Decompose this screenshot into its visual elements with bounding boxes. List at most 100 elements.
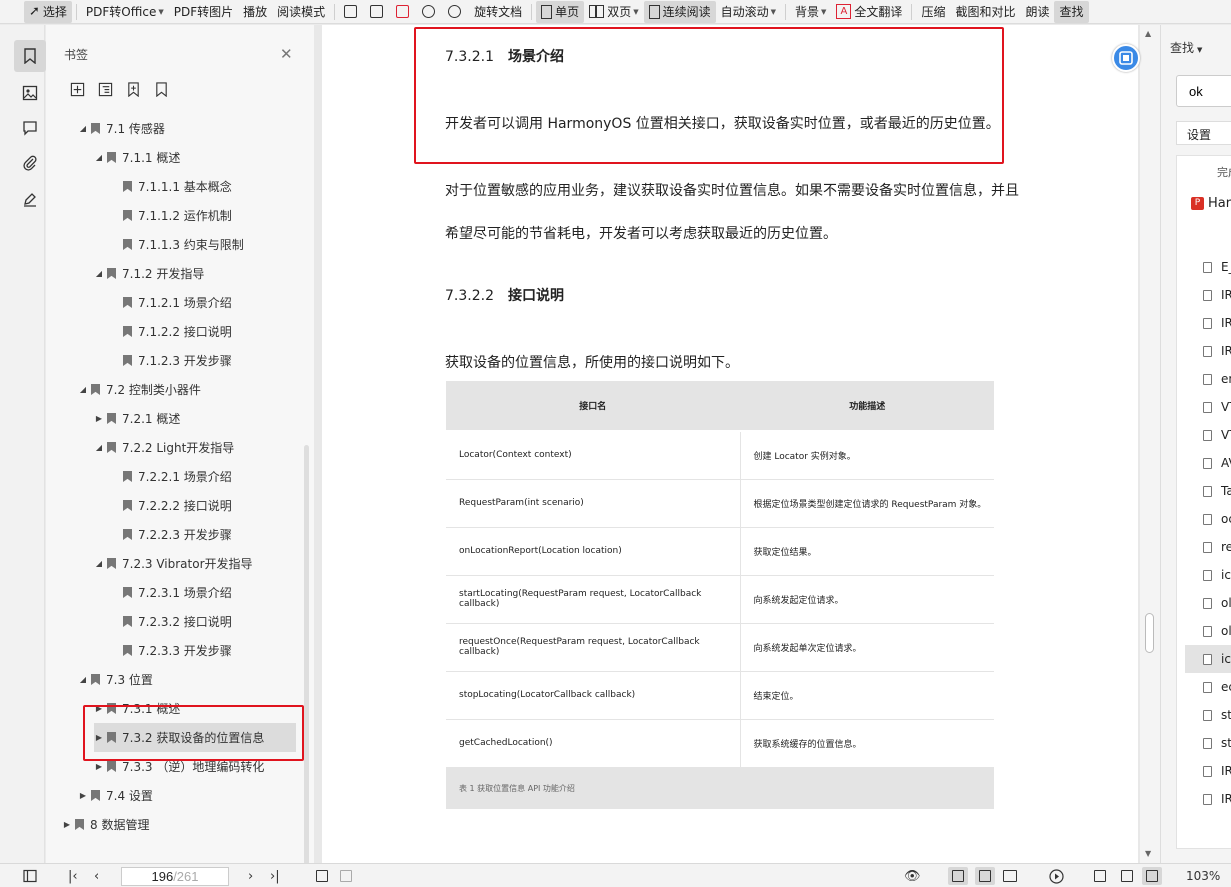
double-page-button[interactable]: 双页 ▼ (584, 1, 643, 23)
continuous-reading-button[interactable]: 连续阅读 (643, 0, 716, 23)
bookmark-add-button[interactable] (126, 82, 142, 98)
floating-tool-button[interactable] (1112, 44, 1140, 72)
pdf-to-office-button[interactable]: PDF转Office ▼ (81, 1, 169, 23)
find-result-item[interactable]: st (1203, 701, 1231, 729)
comment-panel-button[interactable] (14, 112, 46, 144)
bookmark-item[interactable]: ▶ 7.4 设置 (78, 781, 153, 810)
find-settings-button[interactable]: 设置 (1176, 121, 1231, 145)
find-result-item[interactable]: oc (1203, 505, 1231, 533)
chevron-down-icon[interactable]: ▼ (1197, 46, 1202, 54)
bookmark-item[interactable]: ▶7.1.2.2 接口说明 (110, 317, 232, 346)
scrollbar-thumb[interactable] (1145, 613, 1154, 653)
signature-panel-button[interactable] (14, 183, 46, 215)
reading-mode-button[interactable]: 阅读模式 (272, 1, 330, 23)
background-button[interactable]: 背景 ▼ (790, 1, 831, 23)
find-result-item[interactable]: AV (1203, 449, 1231, 477)
caret-down-icon[interactable]: ◢ (78, 675, 88, 684)
zoom-level[interactable]: 103% (1186, 867, 1220, 885)
find-result-item[interactable]: VT (1203, 393, 1231, 421)
attachment-panel-button[interactable] (14, 147, 46, 179)
caret-down-icon[interactable]: ◢ (78, 385, 88, 394)
compress-button[interactable]: 压缩 (916, 1, 950, 23)
bookmark-item[interactable]: ▶7.2.2.3 开发步骤 (110, 520, 232, 549)
caret-right-icon[interactable]: ▶ (94, 414, 104, 423)
page-number-field[interactable]: 196/261 (121, 867, 229, 886)
bookmark-item[interactable]: ▶7.2.2.2 接口说明 (110, 491, 232, 520)
prev-page-icon[interactable]: ‹ (94, 867, 99, 885)
bookmark-item[interactable]: ▶7.2.3.3 开发步骤 (110, 636, 232, 665)
back-button[interactable] (312, 867, 332, 885)
bookmark-item[interactable]: ▶7.2.3.1 场景介绍 (110, 578, 232, 607)
find-result-document[interactable]: P Harm (1191, 196, 1231, 211)
bookmark-item[interactable]: ▶ 7.2.1 概述 (94, 404, 180, 433)
single-page-button[interactable]: 单页 (536, 0, 585, 23)
bookmark-item[interactable]: ◢ 7.2 控制类小器件 (78, 375, 201, 404)
caret-right-icon[interactable]: ▶ (94, 762, 104, 771)
caret-down-icon[interactable]: ◢ (94, 443, 104, 452)
close-icon[interactable]: ✕ (280, 45, 293, 63)
bookmark-item[interactable]: ▶7.1.2.3 开发步骤 (110, 346, 232, 375)
forward-button[interactable] (336, 867, 356, 885)
scroll-down-icon[interactable]: ▼ (1145, 849, 1151, 858)
caret-down-icon[interactable]: ◢ (78, 124, 88, 133)
bookmark-panel-button[interactable] (14, 40, 46, 72)
actual-size-status-button[interactable] (1090, 867, 1110, 885)
auto-scroll-button[interactable]: 自动滚动 ▼ (716, 1, 781, 23)
find-result-item[interactable]: IR (1203, 785, 1231, 813)
fit-width-button[interactable] (391, 1, 417, 23)
find-result-item[interactable]: ol (1203, 617, 1231, 645)
add-bookmark-button[interactable] (70, 82, 86, 98)
find-result-item[interactable]: ic (1185, 645, 1231, 673)
view-double-button[interactable] (1000, 867, 1020, 885)
play-button[interactable]: 播放 (238, 1, 272, 23)
full-translate-button[interactable]: A 全文翻译 (831, 1, 907, 23)
bookmark-item[interactable]: ◢ 7.1.2 开发指导 (94, 259, 204, 288)
select-tool-button[interactable]: ➚ 选择 (24, 0, 72, 23)
find-result-item[interactable]: ic (1203, 561, 1231, 589)
play-slideshow-button[interactable] (1046, 867, 1066, 885)
bookmark-item[interactable]: ◢ 7.1 传感器 (78, 114, 165, 143)
find-result-item[interactable]: IR (1203, 337, 1231, 365)
find-result-item[interactable]: ec (1203, 673, 1231, 701)
pdf-to-image-button[interactable]: PDF转图片 (169, 1, 238, 23)
rotate-left-button[interactable] (417, 1, 443, 23)
find-result-item[interactable]: IR (1203, 757, 1231, 785)
thumbnail-panel-button[interactable] (14, 77, 46, 109)
find-result-item[interactable]: en (1203, 365, 1231, 393)
bookmark-item[interactable]: ▶7.2.3.2 接口说明 (110, 607, 232, 636)
bookmark-scrollbar[interactable] (304, 445, 309, 865)
find-result-item[interactable]: st (1203, 729, 1231, 757)
toggle-sidebar-button[interactable] (20, 867, 40, 885)
bookmark-remove-button[interactable] (154, 82, 170, 98)
rotate-right-button[interactable] (443, 1, 469, 23)
bookmark-item[interactable]: ▶7.1.1.2 运作机制 (110, 201, 232, 230)
bookmark-item[interactable]: ▶7.1.2.1 场景介绍 (110, 288, 232, 317)
first-page-icon[interactable]: |‹ (68, 867, 78, 885)
bookmark-item[interactable]: ◢ 7.2.2 Light开发指导 (94, 433, 234, 462)
view-single-button[interactable] (975, 867, 995, 885)
next-page-icon[interactable]: › (248, 867, 253, 885)
add-child-bookmark-button[interactable] (98, 82, 114, 98)
fit-page-button[interactable] (365, 1, 391, 23)
fit-width-status-button[interactable] (1142, 867, 1162, 885)
document-scrollbar[interactable]: ▲ ▼ (1140, 25, 1160, 863)
find-result-item[interactable]: Ta (1203, 477, 1231, 505)
eye-icon[interactable]: 👁 (904, 867, 921, 885)
find-result-item[interactable]: E_ (1203, 253, 1231, 281)
actual-size-button[interactable] (339, 1, 365, 23)
fit-page-status-button[interactable] (1117, 867, 1137, 885)
bookmark-item[interactable]: ▶ 8 数据管理 (62, 810, 150, 839)
bookmark-item[interactable]: ◢ 7.2.3 Vibrator开发指导 (94, 549, 253, 578)
bookmark-item[interactable]: ◢ 7.1.1 概述 (94, 143, 180, 172)
bookmark-item[interactable]: ▶7.1.1.1 基本概念 (110, 172, 232, 201)
bookmark-item[interactable]: ▶7.1.1.3 约束与限制 (110, 230, 244, 259)
find-input[interactable] (1176, 75, 1231, 107)
bookmark-item[interactable]: ◢ 7.3 位置 (78, 665, 153, 694)
screenshot-compare-button[interactable]: 截图和对比 (950, 1, 1020, 23)
caret-right-icon[interactable]: ▶ (78, 791, 88, 800)
caret-down-icon[interactable]: ◢ (94, 559, 104, 568)
caret-right-icon[interactable]: ▶ (62, 820, 72, 829)
scroll-up-icon[interactable]: ▲ (1145, 29, 1151, 38)
find-result-item[interactable]: IR (1203, 309, 1231, 337)
bookmark-item[interactable]: ▶7.2.2.1 场景介绍 (110, 462, 232, 491)
